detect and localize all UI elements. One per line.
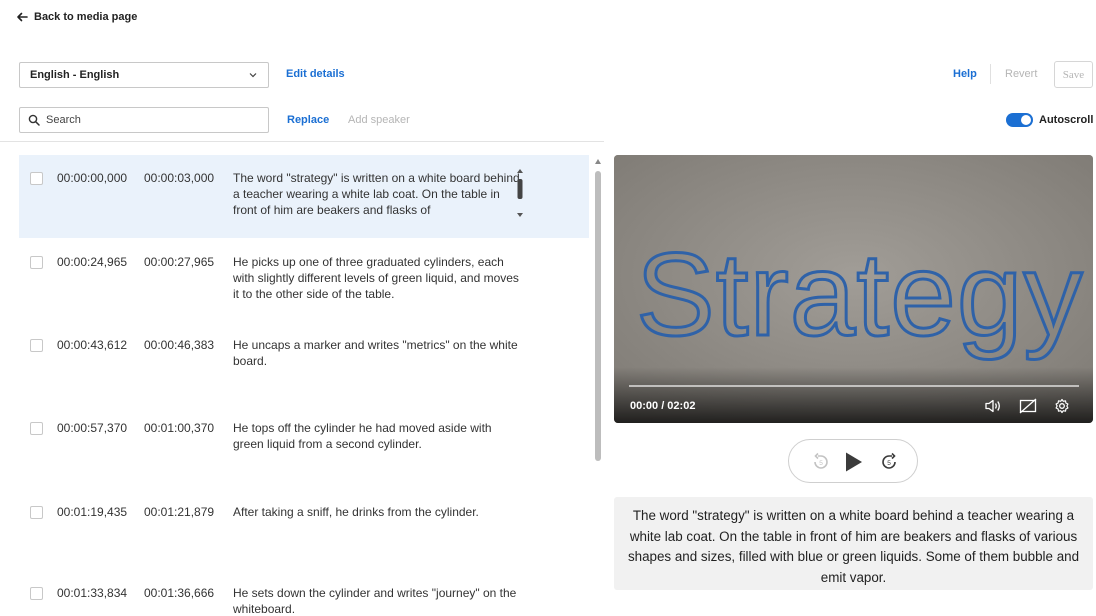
back-to-media-link[interactable]: Back to media page (16, 11, 137, 23)
time-display: 00:00 / 02:02 (630, 400, 696, 412)
caption-row[interactable]: 00:01:19,435 00:01:21,879 After taking a… (19, 504, 589, 564)
end-time[interactable]: 00:01:21,879 (144, 504, 214, 520)
progress-bar[interactable] (629, 385, 1079, 387)
language-value: English - English (30, 69, 120, 81)
arrow-left-icon (17, 12, 28, 22)
search-placeholder: Search (46, 114, 81, 126)
settings-gear-icon[interactable] (1053, 398, 1071, 414)
caption-row[interactable]: 00:00:00,000 00:00:03,000 The word "stra… (19, 155, 589, 238)
board-writing: Strategy (636, 229, 1083, 361)
row-checkbox[interactable] (30, 339, 43, 352)
edit-details-link[interactable]: Edit details (286, 68, 345, 80)
header-divider (0, 141, 604, 142)
caption-text[interactable]: After taking a sniff, he drinks from the… (233, 504, 525, 520)
video-control-bar (614, 367, 1093, 423)
end-time[interactable]: 00:00:46,383 (144, 337, 214, 353)
list-scrollbar[interactable] (594, 155, 603, 616)
search-input[interactable]: Search (19, 107, 269, 133)
start-time[interactable]: 00:01:33,834 (57, 585, 127, 601)
language-select[interactable]: English - English (19, 62, 269, 88)
help-link[interactable]: Help (953, 68, 977, 80)
scrollbar-thumb[interactable] (595, 171, 601, 461)
caption-row[interactable]: 00:01:33,834 00:01:36,666 He sets down t… (19, 585, 589, 616)
toolbar-divider (990, 64, 991, 84)
caption-row[interactable]: 00:00:24,965 00:00:27,965 He picks up on… (19, 254, 589, 314)
row-checkbox[interactable] (30, 422, 43, 435)
autoscroll-toggle[interactable]: Autoscroll (1006, 113, 1093, 127)
back-label: Back to media page (34, 11, 138, 23)
play-icon[interactable] (841, 450, 865, 474)
svg-text:5: 5 (887, 460, 891, 467)
caption-text[interactable]: The word "strategy" is written on a whit… (233, 170, 525, 218)
svg-text:5: 5 (819, 460, 823, 467)
caption-list: 00:00:00,000 00:00:03,000 The word "stra… (19, 155, 589, 616)
caption-text[interactable]: He sets down the cylinder and writes "jo… (233, 585, 525, 616)
caption-text[interactable]: He picks up one of three graduated cylin… (233, 254, 525, 302)
search-icon (28, 114, 40, 126)
row-checkbox[interactable] (30, 587, 43, 600)
replace-button[interactable]: Replace (287, 114, 329, 126)
caption-text[interactable]: He tops off the cylinder he had moved as… (233, 420, 525, 452)
toggle-switch[interactable] (1006, 113, 1033, 127)
row-checkbox[interactable] (30, 506, 43, 519)
playback-controls: 5 5 (788, 439, 918, 483)
revert-button[interactable]: Revert (1005, 68, 1037, 80)
row-checkbox[interactable] (30, 256, 43, 269)
skip-forward-icon[interactable]: 5 (877, 450, 901, 474)
chevron-down-icon (249, 73, 257, 78)
autoscroll-label: Autoscroll (1039, 114, 1094, 126)
end-time[interactable]: 00:01:00,370 (144, 420, 214, 436)
start-time[interactable]: 00:00:00,000 (57, 170, 127, 186)
end-time[interactable]: 00:00:03,000 (144, 170, 214, 186)
caption-row[interactable]: 00:00:57,370 00:01:00,370 He tops off th… (19, 420, 589, 480)
captions-off-icon[interactable] (1019, 398, 1037, 414)
end-time[interactable]: 00:01:36,666 (144, 585, 214, 601)
start-time[interactable]: 00:01:19,435 (57, 504, 127, 520)
caption-text[interactable]: He uncaps a marker and writes "metrics" … (233, 337, 525, 369)
row-checkbox[interactable] (30, 172, 43, 185)
volume-icon[interactable] (984, 398, 1002, 414)
start-time[interactable]: 00:00:43,612 (57, 337, 127, 353)
skip-back-icon[interactable]: 5 (809, 450, 833, 474)
text-scrollbar[interactable] (515, 167, 525, 219)
scroll-up-arrow[interactable] (595, 159, 601, 164)
end-time[interactable]: 00:00:27,965 (144, 254, 214, 270)
start-time[interactable]: 00:00:24,965 (57, 254, 127, 270)
add-speaker-button[interactable]: Add speaker (348, 114, 410, 126)
caption-preview: The word "strategy" is written on a whit… (614, 497, 1093, 590)
video-player[interactable]: Strategy 00:00 / 02:02 (614, 155, 1093, 423)
start-time[interactable]: 00:00:57,370 (57, 420, 127, 436)
save-button[interactable]: Save (1054, 61, 1093, 88)
caption-row[interactable]: 00:00:43,612 00:00:46,383 He uncaps a ma… (19, 337, 589, 397)
